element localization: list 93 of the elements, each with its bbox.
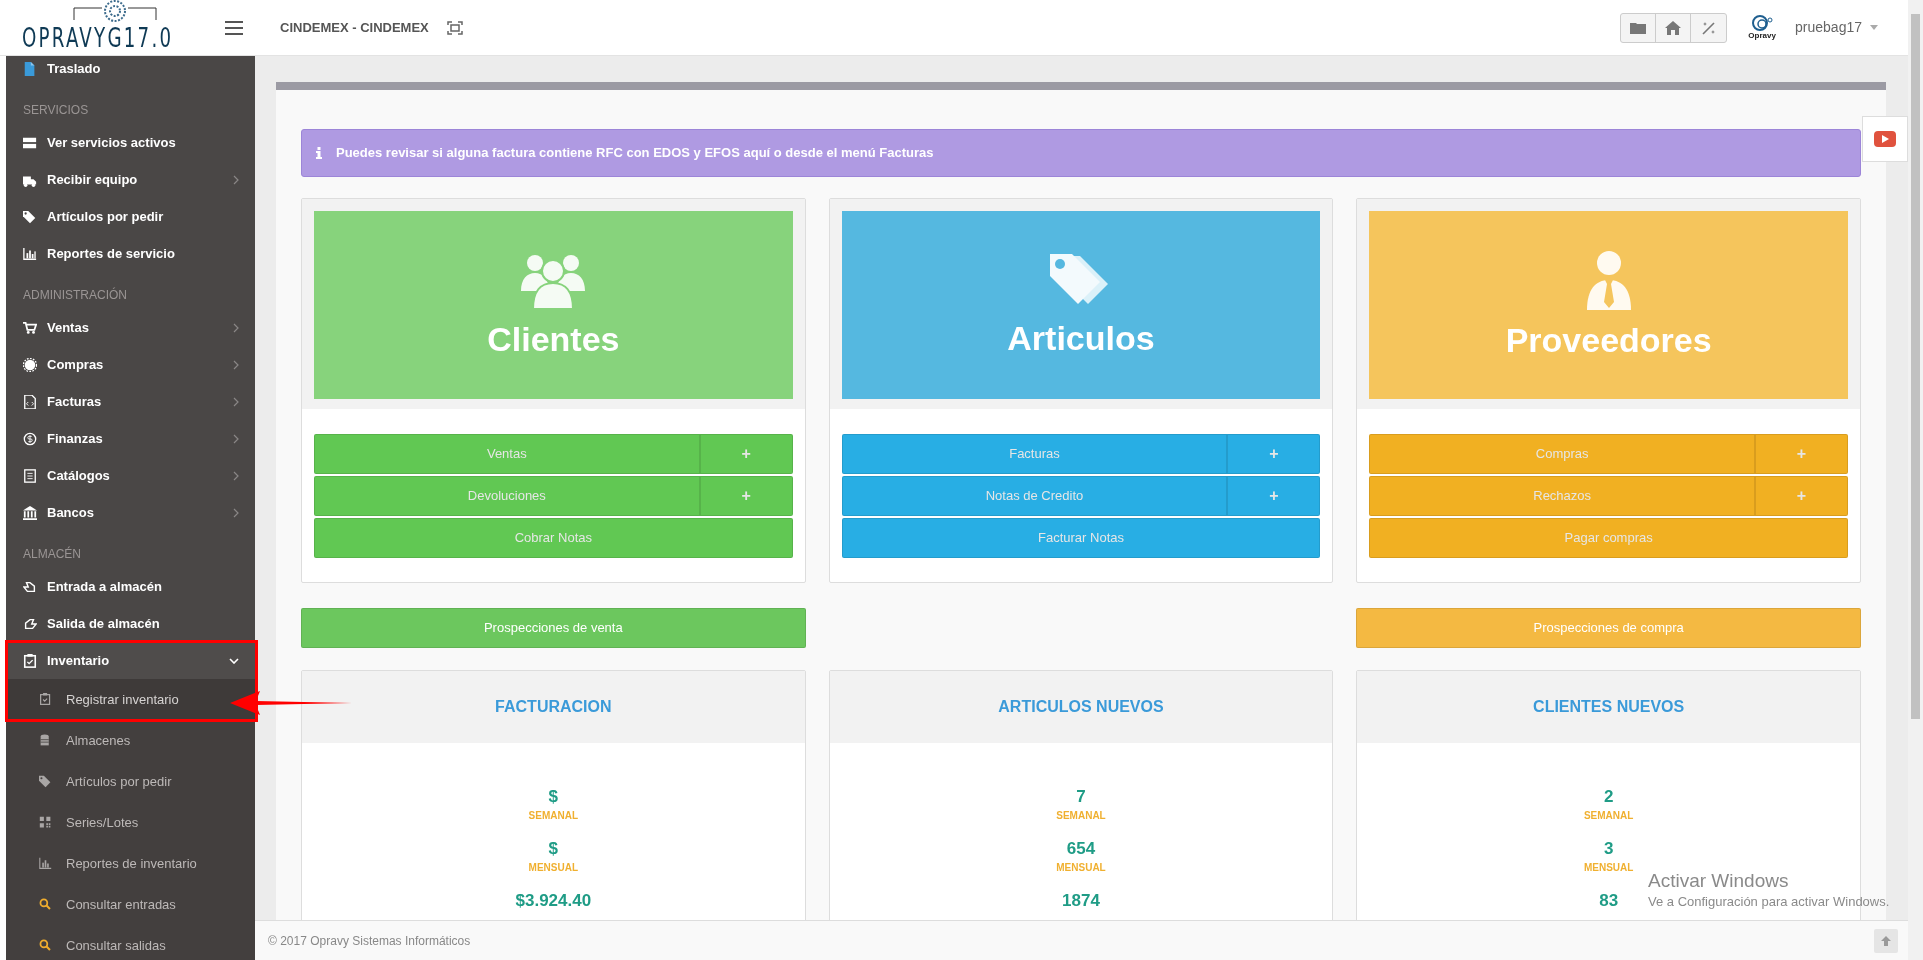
stat-value: $	[548, 786, 559, 808]
stat-value: $3.924.40	[515, 890, 592, 912]
search-icon	[39, 939, 52, 952]
bar-chart-icon	[23, 246, 37, 261]
sidebar-item[interactable]: Entrada a almacén	[6, 568, 255, 605]
submenu-item[interactable]: Registrar inventario	[6, 679, 255, 720]
folder-icon	[1630, 21, 1647, 34]
fullscreen-icon[interactable]	[446, 20, 463, 35]
database-icon	[39, 734, 52, 747]
arrow-up-icon	[1881, 935, 1891, 946]
submenu-item[interactable]: Artículos por pedir	[6, 761, 255, 802]
sidebar-item[interactable]: Inventario	[6, 642, 255, 679]
stat-value: $	[548, 838, 559, 860]
chevron-right-icon	[233, 433, 239, 444]
chevron-right-icon	[233, 470, 239, 481]
submenu-item[interactable]: Reportes de inventario	[6, 843, 255, 884]
sidebar-item[interactable]: Ver servicios activos	[6, 124, 255, 161]
tags-icon	[39, 775, 52, 788]
section-header: ALMACÉN	[23, 547, 81, 561]
stat-label: MENSUAL	[528, 861, 579, 875]
section-header: SERVICIOS	[23, 103, 89, 117]
sidebar-item[interactable]: Artículos por pedir	[6, 198, 255, 235]
badge-icon	[23, 357, 37, 372]
copyright-text: © 2017 Opravy Sistemas Informáticos	[268, 932, 471, 950]
alert-message: Puedes revisar si alguna factura contiene RFC con EDOS y EFOS aquí o desde el menú Facturas	[336, 144, 934, 163]
businessman-icon	[1586, 250, 1631, 310]
bank-icon	[23, 505, 37, 520]
sidebar-item[interactable]: Facturas	[6, 383, 255, 420]
sidebar-item[interactable]: Catálogos	[6, 457, 255, 494]
book-icon	[23, 468, 37, 483]
submenu-item[interactable]: Almacenes	[6, 720, 255, 761]
search-icon	[39, 898, 52, 911]
submenu-item[interactable]: Consultar entradas	[6, 884, 255, 925]
logo-mark-icon	[72, 0, 158, 24]
sidebar-item[interactable]: Traslado	[6, 56, 255, 87]
stat-title: CLIENTES NUEVOS	[1533, 697, 1685, 717]
chevron-down-icon	[229, 657, 239, 664]
stat-title: FACTURACION	[495, 697, 612, 717]
stat-title: ARTICULOS NUEVOS	[998, 697, 1164, 717]
activation-notice-title: Activar Windows	[1648, 869, 1789, 893]
menu-icon[interactable]	[225, 20, 243, 35]
logo[interactable]: OPRAVYG17.0	[22, 2, 224, 52]
cart-icon	[23, 320, 37, 335]
scroll-top-button[interactable]	[1874, 928, 1898, 953]
scrollbar[interactable]	[1908, 0, 1923, 960]
code-file-icon	[23, 394, 37, 409]
stat-label: MENSUAL	[1583, 861, 1634, 875]
server-icon	[23, 135, 37, 150]
sidebar-item[interactable]: Salida de almacén	[6, 605, 255, 642]
module-title: Clientes	[487, 319, 620, 359]
stat-label: MENSUAL	[1056, 861, 1106, 875]
stat-value: 2	[1603, 786, 1614, 808]
brand-caption: Opravy	[1748, 31, 1776, 40]
home-icon	[1665, 20, 1682, 35]
chevron-right-icon	[233, 322, 239, 333]
activation-notice-text: Ve a Configuración para activar Windows.	[1648, 893, 1890, 911]
caret-icon	[1870, 25, 1878, 30]
company-name: CINDEMEX - CINDEMEX	[280, 18, 429, 37]
sidebar-item[interactable]: Finanzas	[6, 420, 255, 457]
info-icon	[316, 147, 322, 159]
play-icon	[1874, 131, 1896, 147]
stat-value: 7	[1076, 786, 1086, 808]
sidebar-item[interactable]: Recibir equipo	[6, 161, 255, 198]
chevron-right-icon	[233, 507, 239, 518]
submenu-item[interactable]: Series/Lotes	[6, 802, 255, 843]
chevron-right-icon	[233, 396, 239, 407]
bar-chart-icon	[39, 857, 52, 870]
submenu-item[interactable]: Consultar salidas	[6, 925, 255, 960]
chevron-right-icon	[233, 359, 239, 370]
file-icon	[23, 61, 37, 76]
section-header: ADMINISTRACIÓN	[23, 288, 127, 302]
stat-value: 1874	[1062, 890, 1100, 912]
qr-code-icon	[39, 816, 52, 829]
stat-label: SEMANAL	[1056, 809, 1106, 823]
stat-label: SEMANAL	[528, 809, 579, 823]
module-title: Articulos	[1007, 318, 1155, 358]
chevron-right-icon	[233, 174, 239, 185]
sidebar-item[interactable]: Bancos	[6, 494, 255, 531]
video-tab[interactable]	[1862, 116, 1908, 162]
clipboard-check-icon	[23, 653, 37, 668]
module-title: Proveedores	[1505, 320, 1712, 360]
stat-value: 3	[1603, 838, 1614, 860]
brand-logo-icon	[1751, 15, 1774, 31]
stat-value: 83	[1599, 890, 1619, 912]
sidebar-item[interactable]: Reportes de servicio	[6, 235, 255, 272]
user-menu[interactable]: pruebag17	[1795, 17, 1878, 38]
sidebar-item[interactable]: Compras	[6, 346, 255, 383]
stat-label: SEMANAL	[1583, 809, 1634, 823]
stat-value: 654	[1066, 838, 1096, 860]
dollar-circle-icon	[23, 431, 37, 446]
sidebar-item[interactable]: Ventas	[6, 309, 255, 346]
tags-icon	[23, 209, 37, 224]
clipboard-check-icon	[39, 693, 52, 706]
